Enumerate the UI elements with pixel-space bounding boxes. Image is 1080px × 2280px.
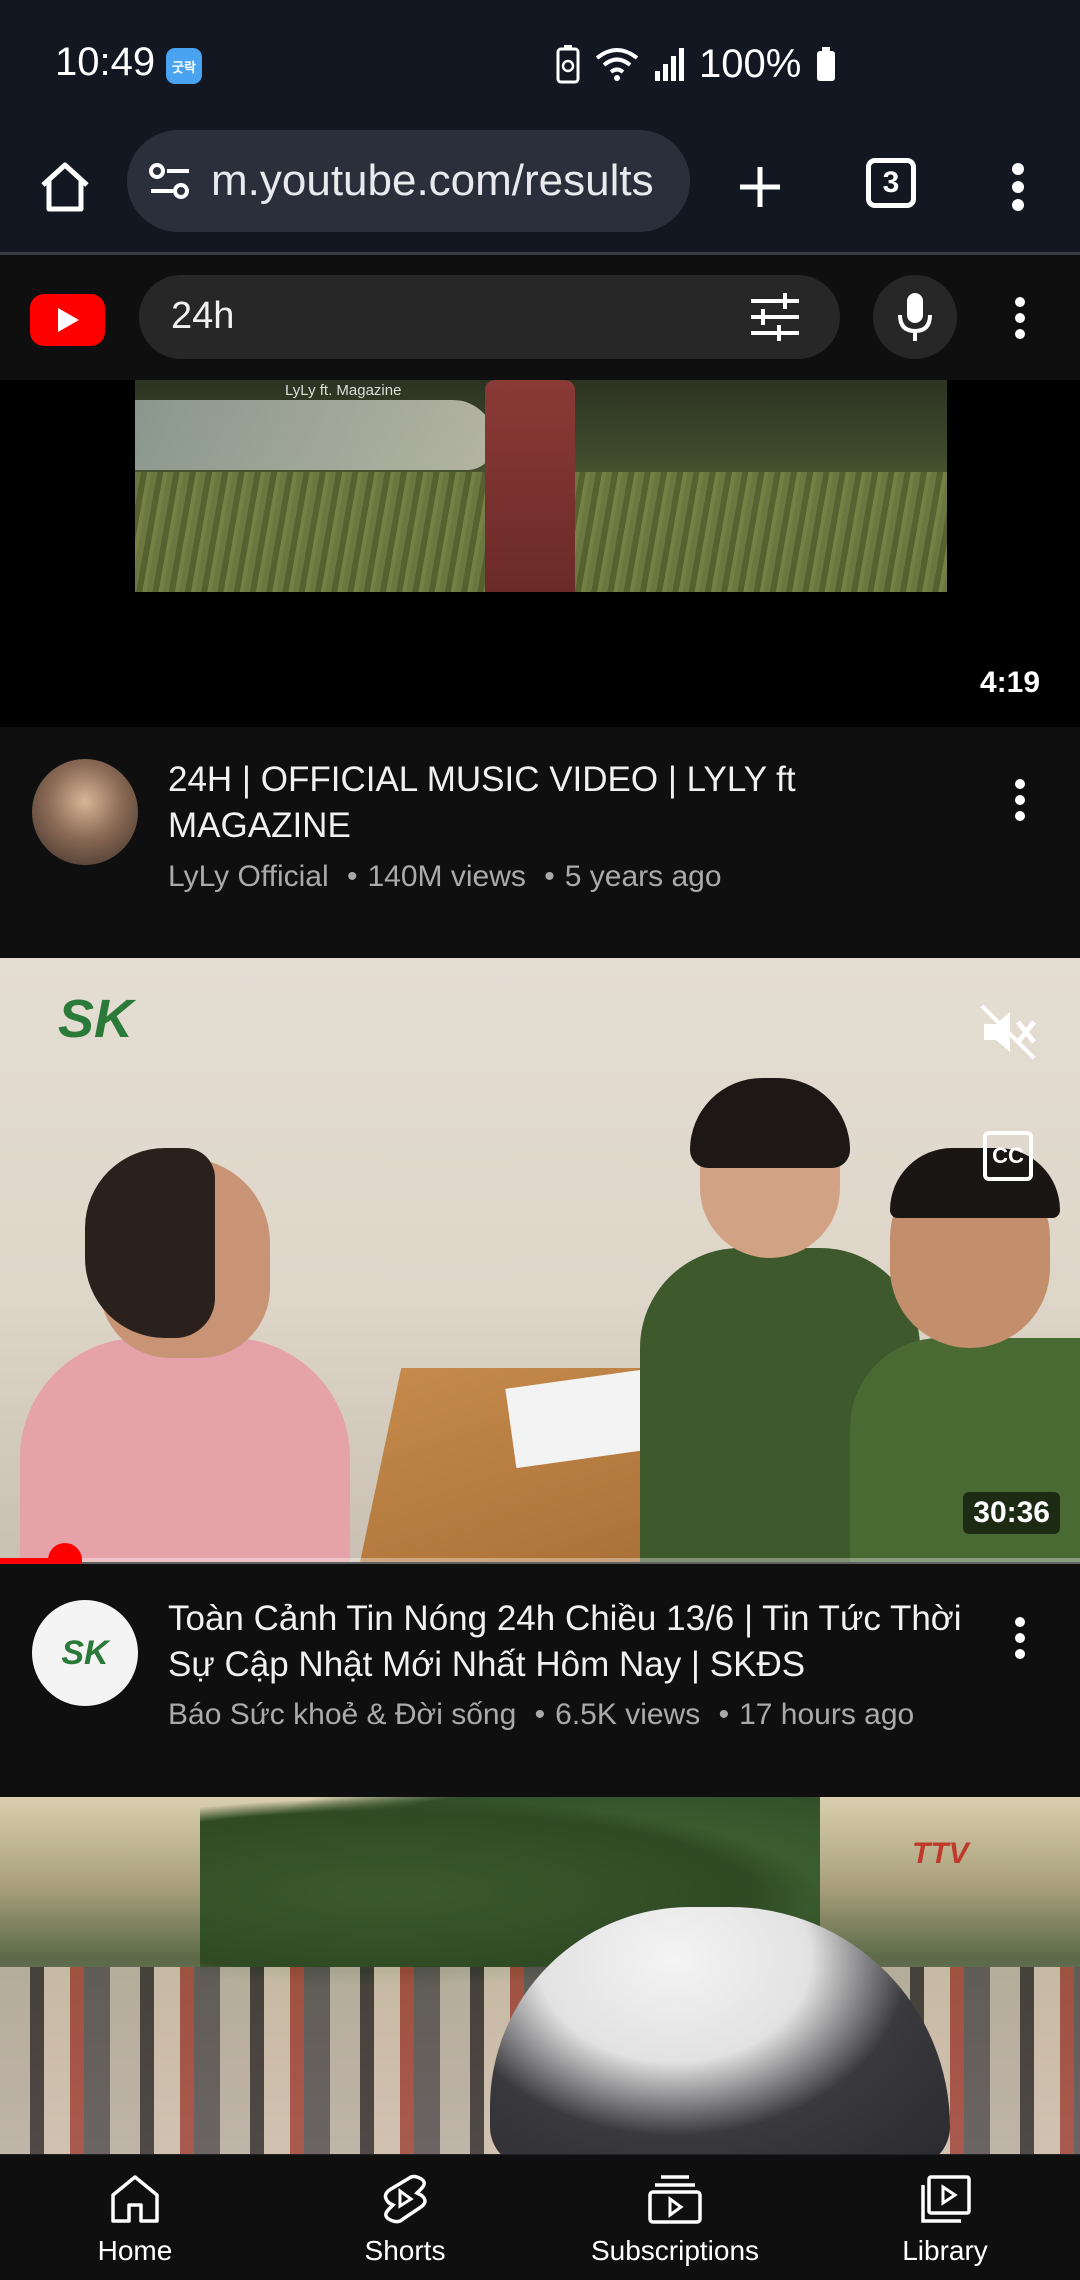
video-thumbnail[interactable]: TTV [0,1797,1080,2154]
channel-avatar[interactable] [32,759,138,865]
channel-name[interactable]: Báo Sức khoẻ & Đời sống [168,1698,516,1731]
thumbnail-caption: LyLy ft. Magazine [285,382,402,399]
status-bar: 10:49 굿락 100% [0,0,1080,130]
video-title[interactable]: 24H | OFFICIAL MUSIC VIDEO | LYLY ft MAG… [168,757,968,849]
battery-icon [817,47,836,81]
site-settings-icon[interactable] [145,156,195,206]
video-subtitle: Báo Sức khoẻ & Đời sống • 6.5K views • 17 … [168,1698,915,1731]
youtube-header: 24h [0,258,1080,380]
nav-label: Shorts [364,2235,446,2266]
video-thumbnail[interactable]: LyLy ft. Magazine 4:19 [0,380,1080,727]
nav-shorts[interactable]: Shorts [270,2155,540,2280]
nav-label: Home [97,2235,173,2266]
bottom-navigation: Home Shorts Subscriptions Library [0,2154,1080,2280]
shorts-icon [383,2174,427,2224]
library-icon [921,2175,971,2223]
search-box[interactable]: 24h [139,275,840,359]
video-title[interactable]: Toàn Cảnh Tin Nóng 24h Chiều 13/6 | Tin … [168,1596,968,1688]
battery-saver-icon [556,45,580,84]
thumbnail-image: LyLy ft. Magazine [135,380,947,592]
video-metadata: SK Toàn Cảnh Tin Nóng 24h Chiều 13/6 | T… [0,1564,1080,1797]
more-vert-icon [1012,163,1024,211]
channel-watermark: SK [58,989,134,1049]
status-time: 10:49 [55,40,156,84]
url-text[interactable]: m.youtube.com/results [211,156,681,206]
channel-name[interactable]: LyLy Official [168,860,329,893]
video-subtitle: LyLy Official • 140M views • 5 years ago [168,860,722,893]
play-icon [57,308,79,332]
home-icon [41,162,89,212]
voice-search-button[interactable] [873,275,957,359]
more-vert-icon [1015,779,1025,821]
search-input[interactable]: 24h [171,295,234,338]
mute-icon[interactable] [978,1002,1038,1062]
more-vert-icon [1015,1617,1025,1659]
battery-percent: 100% [699,41,802,86]
video-metadata: 24H | OFFICIAL MUSIC VIDEO | LYLY ft MAG… [0,727,1080,958]
home-icon [111,2175,159,2223]
video-action-menu-button[interactable] [1000,1608,1040,1668]
video-duration: 30:36 [963,1492,1060,1534]
address-bar[interactable]: m.youtube.com/results [127,130,690,232]
view-count: 140M views [367,860,526,893]
tab-switcher-button[interactable]: 3 [866,158,916,208]
channel-avatar-logo: SK [61,1633,109,1672]
nav-subscriptions[interactable]: Subscriptions [540,2155,810,2280]
captions-icon[interactable]: CC [983,1131,1033,1181]
nav-label: Subscriptions [590,2235,760,2266]
video-duration: 4:19 [969,662,1050,704]
subscriptions-icon [648,2175,702,2224]
view-count: 6.5K views [555,1698,701,1731]
good-lock-icon: 굿락 [166,48,202,84]
youtube-logo[interactable] [30,294,105,346]
nav-label: Library [902,2235,988,2266]
more-vert-icon [1015,297,1025,339]
search-filters-icon[interactable] [749,291,801,343]
browser-home-button[interactable] [30,152,100,222]
browser-menu-button[interactable] [1000,152,1036,222]
plus-icon [740,167,780,207]
signal-icon [655,48,684,81]
nav-library[interactable]: Library [810,2155,1080,2280]
video-thumbnail[interactable]: SK 30:36 [0,958,1080,1562]
new-tab-button[interactable] [725,152,795,222]
status-icons: 100% [555,40,837,88]
video-action-menu-button[interactable] [1000,770,1040,830]
browser-toolbar: m.youtube.com/results 3 [0,130,1080,255]
upload-age: 17 hours ago [739,1698,915,1731]
youtube-menu-button[interactable] [1005,288,1035,348]
upload-age: 5 years ago [564,860,722,893]
microphone-icon [898,293,932,341]
nav-home[interactable]: Home [0,2155,270,2280]
channel-watermark: TTV [912,1837,969,1870]
channel-avatar[interactable]: SK [32,1600,138,1706]
wifi-icon [595,48,639,81]
